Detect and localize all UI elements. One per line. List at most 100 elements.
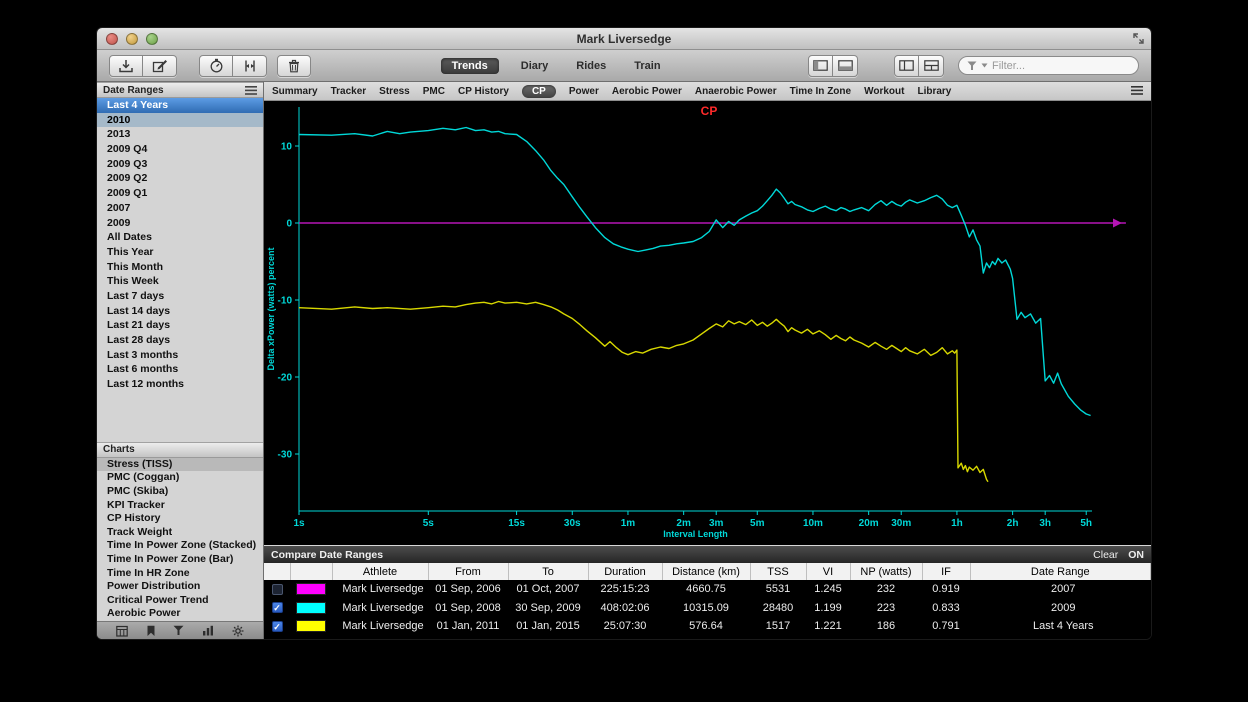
charts-title: Charts (103, 444, 135, 455)
chart-item-time-in-power-zone-bar[interactable]: Time In Power Zone (Bar) (97, 553, 263, 567)
view-button-train[interactable]: Train (628, 58, 666, 74)
main-toolbar: Trends Diary Rides Train (97, 50, 1151, 82)
toggle-bottombar-button[interactable] (833, 55, 858, 77)
chart-item-cp-history[interactable]: CP History (97, 512, 263, 526)
tab-cp[interactable]: CP (522, 85, 556, 98)
cell-if: 0.791 (922, 617, 970, 636)
tab-menu-icon[interactable] (1131, 82, 1143, 100)
tab-aerobic-power[interactable]: Aerobic Power (612, 86, 682, 97)
date-range-item-this-year[interactable]: This Year (97, 245, 263, 260)
tab-cp-history[interactable]: CP History (458, 86, 509, 97)
cell-tss: 5531 (750, 580, 806, 599)
date-range-item-this-month[interactable]: This Month (97, 260, 263, 275)
grid-view-button[interactable] (919, 55, 944, 77)
fullscreen-icon[interactable] (1132, 32, 1145, 45)
cell-tss: 28480 (750, 599, 806, 618)
date-range-item-2009-q1[interactable]: 2009 Q1 (97, 186, 263, 201)
calendar-icon[interactable] (116, 625, 128, 637)
tab-anaerobic-power[interactable]: Anaerobic Power (695, 86, 777, 97)
date-range-item-this-week[interactable]: This Week (97, 274, 263, 289)
compare-row-checkbox[interactable] (272, 584, 283, 595)
chart-item-track-weight[interactable]: Track Weight (97, 526, 263, 540)
series-last-4-years (299, 302, 988, 482)
date-range-item-last-7-days[interactable]: Last 7 days (97, 289, 263, 304)
date-range-item-all-dates[interactable]: All Dates (97, 230, 263, 245)
trash-icon (287, 59, 301, 73)
save-button[interactable] (109, 55, 143, 77)
tab-summary[interactable]: Summary (272, 86, 318, 97)
date-range-item-last-3-months[interactable]: Last 3 months (97, 348, 263, 363)
chart-item-power-distribution[interactable]: Power Distribution (97, 580, 263, 594)
view-button-diary[interactable]: Diary (515, 58, 555, 74)
charts-header: Charts (97, 442, 263, 458)
cp-chart[interactable]: CP100-10-20-301s5s15s30s1m2m3m5m10m20m30… (264, 101, 1151, 545)
sidebar-spacer (97, 392, 263, 442)
svg-text:-30: -30 (278, 450, 293, 461)
x-axis-label: Interval Length (663, 529, 728, 539)
chart-item-critical-power-trend[interactable]: Critical Power Trend (97, 594, 263, 608)
date-range-item-2013[interactable]: 2013 (97, 127, 263, 142)
chart-item-pmc-coggan[interactable]: PMC (Coggan) (97, 471, 263, 485)
svg-text:1m: 1m (621, 518, 636, 529)
chart-item-time-in-power-zone-stacked[interactable]: Time In Power Zone (Stacked) (97, 539, 263, 553)
date-range-item-2009-q4[interactable]: 2009 Q4 (97, 142, 263, 157)
date-range-item-2009[interactable]: 2009 (97, 216, 263, 231)
chart-item-kpi-tracker[interactable]: KPI Tracker (97, 499, 263, 513)
date-ranges-menu-icon[interactable] (245, 86, 257, 95)
stopwatch-button[interactable] (199, 55, 233, 77)
toggle-sidebar-button[interactable] (808, 55, 833, 77)
date-range-item-last-28-days[interactable]: Last 28 days (97, 333, 263, 348)
date-range-item-2010[interactable]: 2010 (97, 113, 263, 128)
clear-button[interactable]: Clear (1093, 549, 1118, 561)
intervals-button[interactable] (233, 55, 267, 77)
chart-item-aerobic-power[interactable]: Aerobic Power (97, 607, 263, 621)
view-button-trends[interactable]: Trends (441, 58, 499, 74)
svg-text:30s: 30s (564, 518, 581, 529)
series-2009 (299, 128, 1091, 416)
date-ranges-list: Last 4 Years201020132009 Q42009 Q32009 Q… (97, 98, 263, 392)
chart-tabbar: Summary Tracker Stress PMC CP History CP Power… (264, 82, 1151, 101)
col-from: From (428, 563, 508, 580)
charts-list: Stress (TISS)PMC (Coggan)PMC (Skiba)KPI … (97, 458, 263, 621)
date-ranges-title: Date Ranges (103, 85, 164, 96)
filter-input[interactable] (992, 60, 1122, 72)
filter-funnel-icon (967, 61, 977, 71)
tab-library[interactable]: Library (917, 86, 951, 97)
tab-tracker[interactable]: Tracker (331, 86, 367, 97)
date-range-item-last-6-months[interactable]: Last 6 months (97, 362, 263, 377)
col-np-watts: NP (watts) (850, 563, 922, 580)
filter-icon[interactable] (173, 625, 184, 636)
bookmark-icon[interactable] (146, 625, 156, 637)
chart-item-pmc-skiba[interactable]: PMC (Skiba) (97, 485, 263, 499)
date-range-item-last-4-years[interactable]: Last 4 Years (97, 98, 263, 113)
tab-pmc[interactable]: PMC (423, 86, 445, 97)
tab-workout[interactable]: Workout (864, 86, 904, 97)
tab-stress[interactable]: Stress (379, 86, 410, 97)
date-range-item-last-14-days[interactable]: Last 14 days (97, 304, 263, 319)
chart-item-stress-tiss[interactable]: Stress (TISS) (97, 458, 263, 472)
compare-on-button[interactable]: ON (1128, 549, 1144, 561)
date-range-item-last-21-days[interactable]: Last 21 days (97, 318, 263, 333)
date-range-item-2009-q2[interactable]: 2009 Q2 (97, 171, 263, 186)
tile-left-icon (899, 60, 914, 71)
compare-row-checkbox[interactable]: ✓ (272, 621, 283, 632)
chart-icon[interactable] (202, 625, 214, 636)
cell-vi: 1.199 (806, 599, 850, 618)
tab-power[interactable]: Power (569, 86, 599, 97)
edit-button[interactable] (143, 55, 177, 77)
view-button-rides[interactable]: Rides (570, 58, 612, 74)
tile-view-button[interactable] (894, 55, 919, 77)
tab-time-in-zone[interactable]: Time In Zone (790, 86, 852, 97)
date-range-item-2007[interactable]: 2007 (97, 201, 263, 216)
gear-icon[interactable] (232, 625, 244, 637)
compare-row-checkbox[interactable]: ✓ (272, 602, 283, 613)
series-color-swatch (296, 583, 326, 595)
delete-button[interactable] (277, 55, 311, 77)
filter-field[interactable] (958, 56, 1139, 75)
chart-item-time-in-hr-zone[interactable]: Time In HR Zone (97, 567, 263, 581)
date-range-item-2009-q3[interactable]: 2009 Q3 (97, 157, 263, 172)
cell-distance: 10315.09 (662, 599, 750, 618)
svg-text:5m: 5m (750, 518, 765, 529)
cell-from: 01 Sep, 2008 (428, 599, 508, 618)
date-range-item-last-12-months[interactable]: Last 12 months (97, 377, 263, 392)
